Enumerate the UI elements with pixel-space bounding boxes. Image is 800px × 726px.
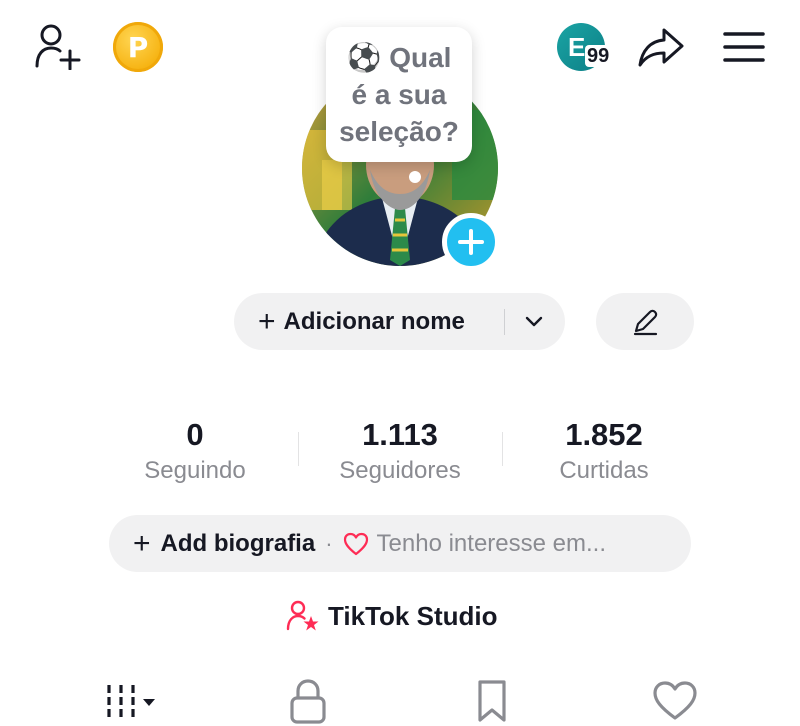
pencil-icon: [633, 309, 658, 335]
studio-label: TikTok Studio: [328, 600, 498, 631]
lock-icon: [290, 679, 326, 724]
stat-divider: [298, 432, 299, 466]
avatar-letter: E: [568, 32, 586, 62]
person-plus-icon: [35, 24, 81, 70]
add-photo-button[interactable]: [442, 213, 500, 271]
heart-outline-icon: [343, 532, 368, 555]
bubble-line-1: ⚽ Qual: [347, 39, 452, 76]
pill-divider: [504, 309, 505, 335]
edit-profile-button[interactable]: [596, 293, 694, 350]
stat-divider: [502, 432, 503, 466]
points-coin-icon[interactable]: P: [113, 22, 163, 72]
notification-count-badge: 99: [585, 45, 612, 67]
following-count: 0: [186, 417, 204, 452]
likes-label: Curtidas: [559, 457, 649, 484]
bubble-line-2: é a sua: [351, 79, 447, 110]
plus-icon: [458, 229, 484, 255]
chevron-down-icon[interactable]: [522, 309, 546, 333]
coin-letter: P: [127, 30, 149, 64]
tab-videos[interactable]: [96, 676, 166, 726]
add-name-plus: +: [258, 304, 276, 338]
add-bio-label: Add biografia: [160, 529, 316, 557]
bubble-line-3: seleção?: [339, 116, 459, 147]
bookmark-icon: [478, 680, 506, 722]
followers-stat[interactable]: 1.113 Seguidores: [300, 416, 500, 487]
likes-stat[interactable]: 1.852 Curtidas: [504, 416, 704, 487]
following-label: Seguindo: [144, 457, 246, 484]
add-bio-plus: +: [133, 526, 151, 560]
tab-liked[interactable]: [645, 676, 705, 726]
share-arrow-icon: [638, 28, 684, 67]
add-friend-button[interactable]: [28, 20, 84, 72]
bio-separator: ·: [325, 530, 333, 556]
bubble-text-1: Qual: [389, 42, 452, 73]
interests-text: Tenho interesse em...: [376, 529, 606, 557]
notification-avatar[interactable]: E 99: [555, 22, 612, 72]
followers-count: 1.113: [362, 417, 438, 452]
following-stat[interactable]: 0 Seguindo: [95, 416, 295, 487]
menu-button[interactable]: [718, 22, 770, 72]
soccer-ball-icon: ⚽: [346, 42, 382, 73]
followers-label: Seguidores: [339, 457, 461, 484]
add-name-label: Adicionar nome: [283, 307, 465, 335]
share-button[interactable]: [634, 22, 688, 72]
hamburger-menu-icon: [723, 32, 765, 62]
tiktok-studio-link[interactable]: TikTok Studio: [286, 596, 497, 636]
add-name-button[interactable]: + Adicionar nome: [234, 293, 565, 350]
status-bubble[interactable]: ⚽ Qual é a sua seleção?: [326, 27, 472, 162]
grid-bars-icon: [107, 685, 155, 721]
bubble-tail: [409, 171, 421, 183]
tab-private[interactable]: [280, 676, 336, 726]
likes-count: 1.852: [565, 417, 643, 452]
add-bio-button[interactable]: + Add biografia · Tenho interesse em...: [109, 515, 691, 572]
tab-saved[interactable]: [464, 676, 520, 726]
avatar: E 99: [557, 23, 612, 71]
profile-page: P E 99 ⚽ Qual é a sua seleção? + Adicion…: [0, 0, 800, 726]
heart-icon: [653, 681, 697, 720]
creator-star-icon: [286, 600, 319, 631]
